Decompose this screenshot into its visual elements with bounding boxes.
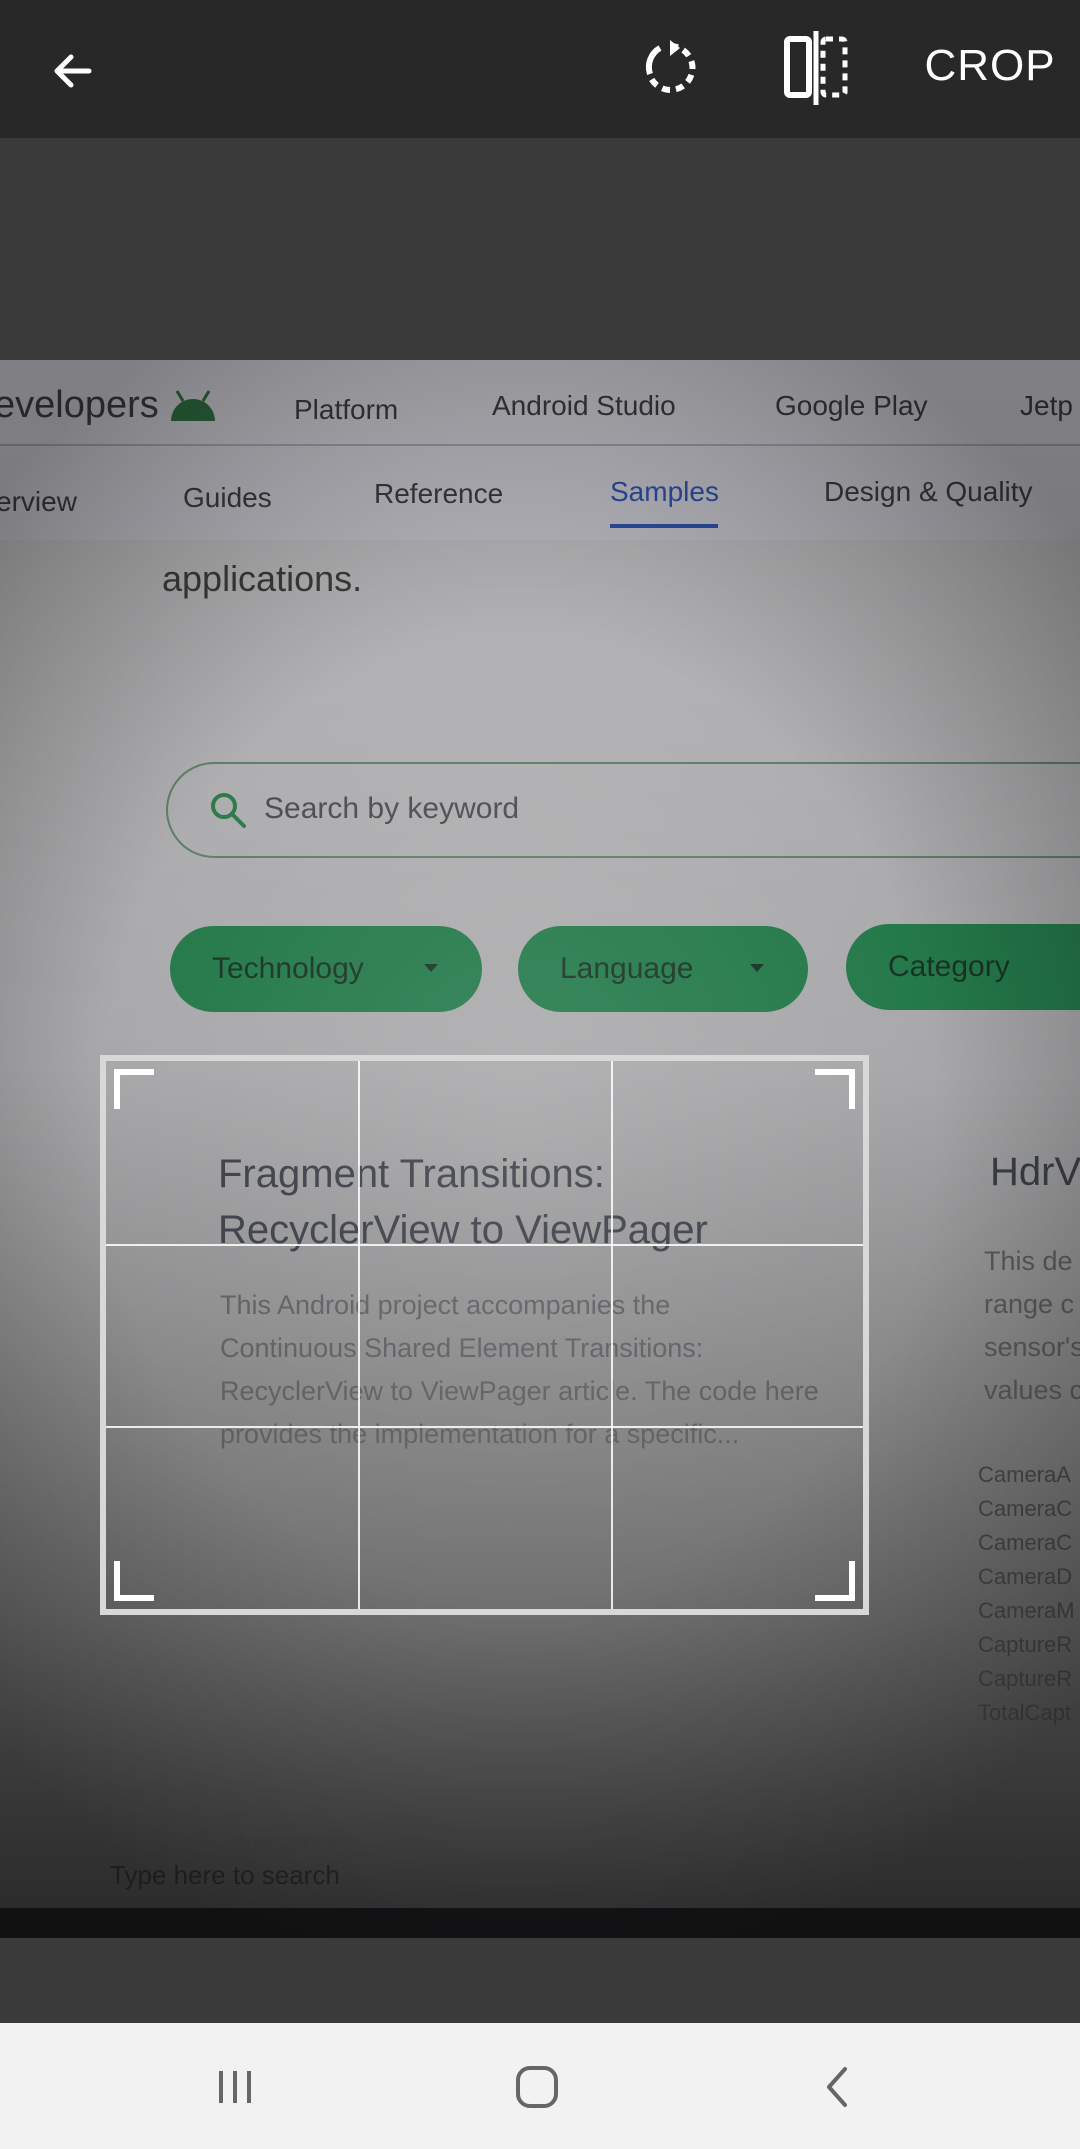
tag: TotalCapt — [978, 1700, 1071, 1725]
intro-text: applications. — [162, 558, 363, 599]
nav-reference: Reference — [374, 478, 504, 509]
tag: CameraM — [978, 1598, 1075, 1623]
card2-desc-line: range c — [984, 1289, 1075, 1319]
tag: CameraC — [978, 1530, 1073, 1555]
nav-android-studio: Android Studio — [492, 390, 676, 421]
card2-title: HdrV — [990, 1150, 1080, 1194]
crop-handle-top-left[interactable] — [114, 1069, 154, 1109]
crop-editor-screen: CROP evelopers Platform Android Studio G… — [0, 0, 1080, 2149]
search-icon — [211, 793, 246, 828]
filter-category: Category — [846, 924, 1080, 1010]
site-logo: evelopers — [0, 384, 219, 427]
top-toolbar: CROP — [0, 0, 1080, 138]
recents-icon — [219, 2071, 251, 2103]
crop-button[interactable]: CROP — [910, 30, 1070, 102]
site-logo-text: evelopers — [0, 384, 159, 426]
arrow-left-icon — [54, 54, 92, 88]
system-navigation-bar — [0, 2023, 1080, 2149]
search-placeholder: Search by keyword — [264, 792, 520, 825]
card2-desc-line: sensor's — [984, 1332, 1080, 1362]
grid-line-horizontal — [106, 1426, 863, 1429]
card2-tags: CameraA CameraC CameraC CameraD CameraM … — [978, 1458, 1075, 1730]
nav-jetpack: Jetp — [1020, 390, 1073, 421]
tag: CameraD — [978, 1564, 1073, 1589]
nav-active-indicator — [610, 524, 718, 528]
rotate-icon — [645, 40, 696, 93]
bottom-tag: RecyclerView — [232, 1832, 353, 1854]
crop-frame[interactable] — [100, 1055, 869, 1615]
crop-handle-bottom-right[interactable] — [815, 1561, 855, 1601]
nav-design-quality: Design & Quality — [824, 476, 1033, 507]
search-bar: Search by keyword — [166, 762, 1080, 858]
filter-language-label: Language — [560, 952, 694, 985]
nav-google-play: Google Play — [775, 390, 928, 421]
filter-technology-label: Technology — [212, 952, 364, 985]
tag: CaptureR — [978, 1632, 1073, 1657]
filter-category-label: Category — [888, 950, 1010, 983]
caret-down-icon — [750, 964, 764, 972]
tag: CaptureR — [978, 1666, 1073, 1691]
filter-technology: Technology — [170, 926, 482, 1012]
back-nav-button[interactable] — [794, 2049, 884, 2125]
tag: CameraA — [978, 1462, 1071, 1487]
taskbar-search-text: Type here to search — [110, 1860, 340, 1890]
nav-divider — [0, 444, 1080, 446]
crop-handle-top-right[interactable] — [815, 1069, 855, 1109]
flip-button[interactable] — [770, 22, 862, 114]
tag: CameraC — [978, 1496, 1073, 1521]
grid-line-vertical — [358, 1061, 361, 1609]
filter-language: Language — [518, 926, 808, 1012]
grid-line-horizontal — [106, 1243, 863, 1246]
flip-horizontal-icon — [784, 31, 848, 105]
card2-desc-line: values c — [984, 1375, 1080, 1405]
nav-samples: Samples — [610, 476, 719, 507]
android-icon — [170, 389, 215, 421]
home-icon — [516, 2066, 558, 2108]
rotate-button[interactable] — [624, 22, 716, 114]
nav-platform: Platform — [294, 394, 399, 425]
back-button[interactable] — [30, 28, 116, 114]
caret-down-icon — [424, 964, 438, 972]
nav-overview: erview — [0, 486, 77, 517]
crop-handle-bottom-left[interactable] — [114, 1561, 154, 1601]
chevron-left-icon — [827, 2067, 847, 2107]
recents-button[interactable] — [190, 2049, 280, 2125]
windows-taskbar — [0, 1908, 1080, 1938]
card2-description: This de range c sensor's values c — [984, 1240, 1080, 1412]
nav-guides: Guides — [183, 482, 272, 513]
grid-line-vertical — [610, 1061, 613, 1609]
home-button[interactable] — [492, 2049, 582, 2125]
card2-desc-line: This de — [984, 1246, 1073, 1276]
